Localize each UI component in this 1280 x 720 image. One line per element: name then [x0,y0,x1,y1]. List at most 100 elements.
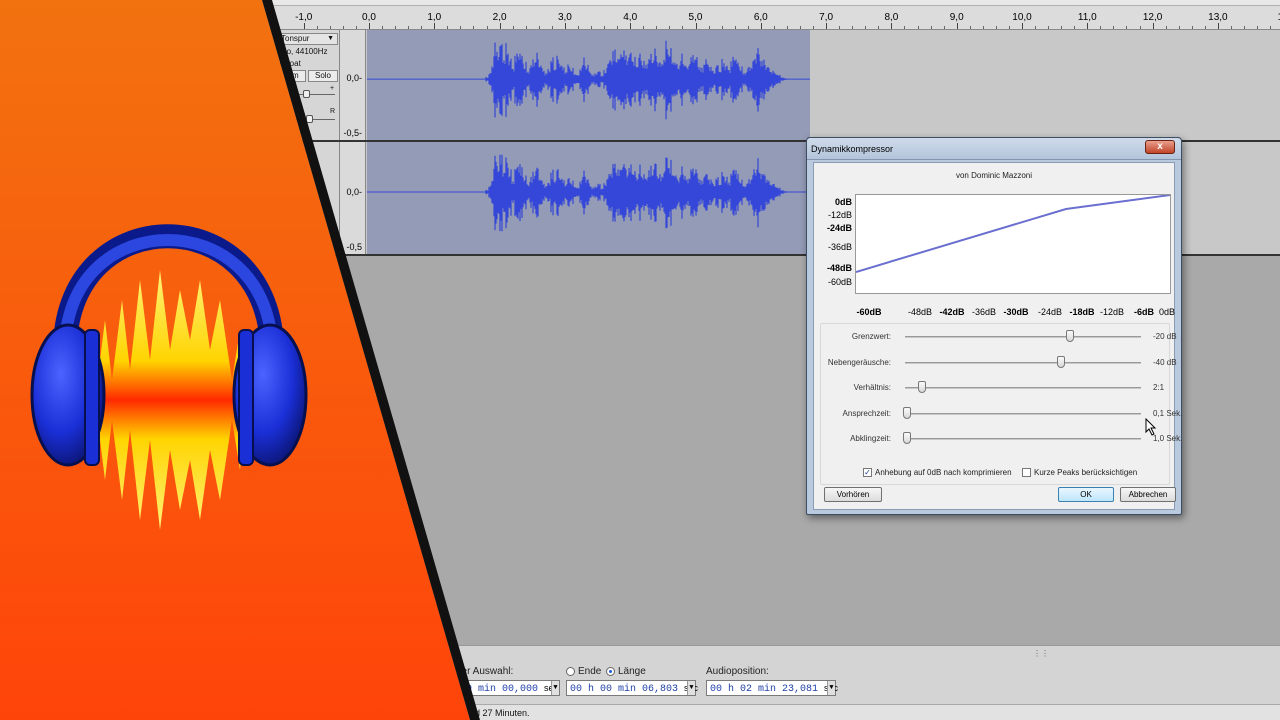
scale-label-neg: -0,5- [343,128,362,138]
selection-label: der Auswahl: [456,666,514,677]
ruler-tick-label: 13,0 [1208,12,1228,23]
ruler-minor-tick [917,26,919,29]
mute-button[interactable]: mm [278,70,306,82]
ruler-minor-tick [1139,26,1141,29]
graph-x-label: -60dB [856,307,882,317]
ruler-minor-tick [1061,26,1063,29]
solo-button[interactable]: Solo [308,70,338,82]
param-value: 0,1 Sek. [1153,408,1183,418]
track-name-menu[interactable]: Tonspur ▼ [270,33,338,45]
selection-start-value: 0 min 00,000 [466,684,539,695]
waveform-area[interactable] [367,30,1280,140]
chevron-down-icon[interactable]: ▼ [551,681,559,695]
graph-x-label: -12dB [1099,307,1125,317]
param-slider[interactable] [905,438,1141,440]
peaks-checkbox[interactable] [1022,468,1031,477]
length-radio[interactable] [606,667,615,676]
ruler-minor-tick [1204,26,1206,29]
waveform-left [367,40,810,120]
param-slider[interactable] [905,361,1141,364]
graph-y-label: -48dB [826,263,852,273]
selection-length-field[interactable]: 00 h 00 min 06,803 sec ▼ [566,680,698,696]
vertical-scale-right: 0,0- -0,5 [340,142,366,254]
track-control-panel: Tonspur ▼ ereo, 44100Hz bit float mm Sol… [0,30,340,140]
param-slider-thumb[interactable] [917,381,926,393]
ruler-minor-tick [395,26,397,29]
ruler-minor-tick [591,26,593,29]
audio-track-left[interactable]: Tonspur ▼ ereo, 44100Hz bit float mm Sol… [0,30,1280,142]
graph-x-label: -30dB [1003,307,1029,317]
ruler-minor-tick [355,26,357,29]
compression-curve-graph [855,194,1171,294]
ruler-minor-tick [1035,26,1037,29]
param-slider-thumb[interactable] [903,432,912,444]
ok-button[interactable]: OK [1058,487,1114,502]
param-slider-thumb[interactable] [903,406,912,419]
ruler-minor-tick [421,26,423,29]
param-slider-thumb[interactable] [1066,330,1075,342]
graph-y-label: 0dB [834,197,852,207]
gain-slider[interactable] [285,94,335,95]
ruler-minor-tick [656,26,658,29]
ruler-tick-label: 11,0 [1077,12,1097,23]
vertical-scale: 0,0- -0,5- [340,30,366,140]
end-radio[interactable] [566,667,575,676]
param-value: -40 dB [1153,357,1177,367]
ruler-minor-tick [342,26,344,29]
preview-button[interactable]: Vorhören [824,487,882,502]
graph-x-label: -18dB [1069,307,1095,317]
compressor-dialog: Dynamikkompressor x von Dominic Mazzoni … [806,137,1182,515]
param-label: Ansprechzeit: [842,408,891,418]
gain-slider-knob[interactable] [303,90,310,98]
chevron-down-icon[interactable]: ▼ [687,681,695,695]
selection-start-field[interactable]: 0 min 00,000 sec ▼ [462,680,560,696]
ruler-tick [369,23,370,29]
graph-x-label: -24dB [1037,307,1063,317]
scale-label-zero: 0,0- [346,73,362,83]
ruler-minor-tick [813,26,815,29]
graph-x-label: 0dB [1158,307,1176,317]
pan-slider-knob[interactable] [306,115,313,123]
ruler-minor-tick [577,26,579,29]
ruler-minor-tick [1230,26,1232,29]
timeline-ruler[interactable]: -1,0 0,0 1,0 2,0 3,0 4,0 5,0 6,0 7,0 8,0 9,0 10,0 11… [0,0,1280,30]
audio-position-value: 00 h 02 min 23,081 [710,684,819,695]
ruler-tick-label: 2,0 [492,12,507,23]
ruler-minor-tick [1048,26,1050,29]
graph-y-label: -24dB [826,223,852,233]
resize-grip-icon[interactable]: ⋮⋮ [1033,649,1049,658]
cancel-button[interactable]: Abbrechen [1120,487,1176,502]
ruler-tick [1217,23,1219,29]
waveform-path [485,40,787,120]
ruler-tick [1152,23,1154,29]
normalize-checkbox[interactable]: ✓ [863,468,872,477]
param-slider[interactable] [905,412,1141,415]
ruler-minor-tick [773,26,775,29]
graph-x-label: -48dB [907,307,933,317]
ruler-tick [499,23,501,29]
waveform-right [367,154,810,232]
ruler-minor-tick [460,26,462,29]
ruler-tick-label: 5,0 [688,12,703,23]
param-slider-thumb[interactable] [1056,355,1065,368]
close-button[interactable]: x [1145,140,1175,154]
ruler-minor-tick [447,26,449,29]
ruler-minor-tick [747,26,749,29]
ruler-minor-tick [969,26,971,29]
param-label: Grenzwert: [851,332,891,341]
dialog-titlebar[interactable]: Dynamikkompressor x [807,138,1181,160]
track-control-panel-right [0,142,340,254]
ruler-minor-tick [408,26,410,29]
chevron-down-icon[interactable]: ▼ [827,681,835,695]
graph-x-label: -6dB [1134,307,1154,317]
param-slider[interactable] [905,387,1141,389]
param-slider[interactable] [905,336,1141,338]
param-value: -20 dB [1153,332,1177,341]
ruler-minor-tick [721,26,723,29]
ruler-tick [760,23,762,29]
audio-position-field[interactable]: 00 h 02 min 23,081 sec ▼ [706,680,838,696]
ruler-minor-tick [799,26,801,29]
ruler-minor-tick [604,26,606,29]
scale-label-neg-2: -0,5 [346,242,362,252]
ruler-tick [826,23,828,29]
